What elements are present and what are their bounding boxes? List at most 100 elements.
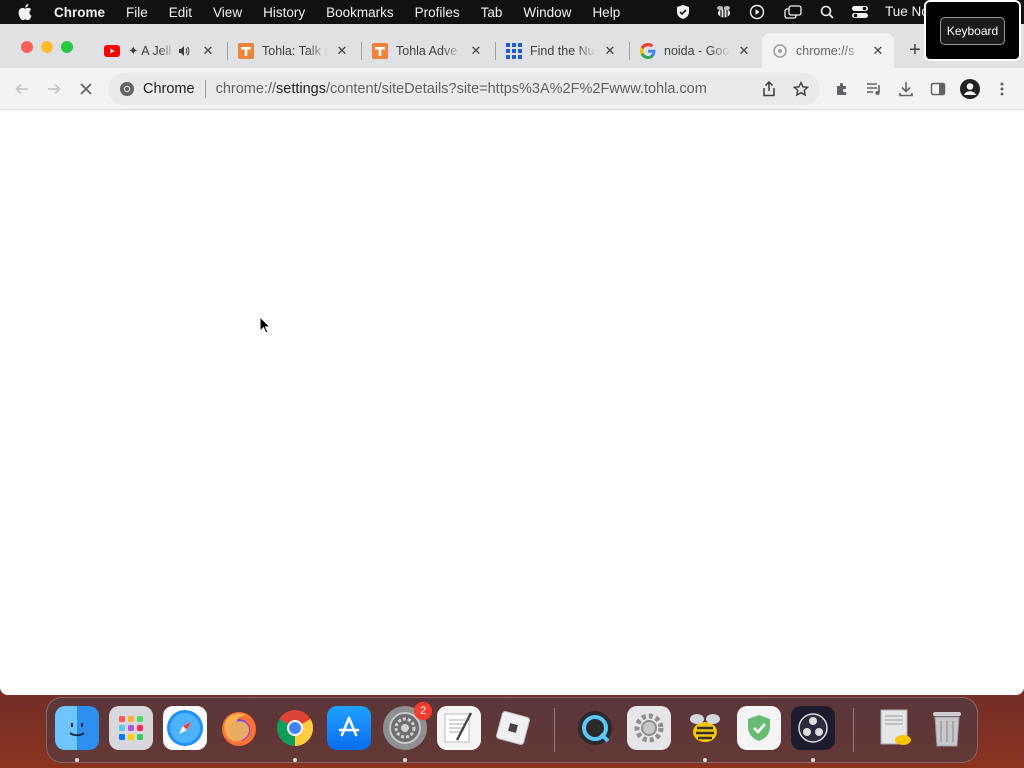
tab-youtube[interactable]: ✦ A Jell ✕ <box>96 33 224 68</box>
running-indicator <box>293 758 297 762</box>
google-icon <box>640 42 656 59</box>
bookmark-star-icon[interactable] <box>792 80 810 98</box>
tab-title: noida - Goo <box>664 43 730 58</box>
window-close-button[interactable] <box>21 41 33 53</box>
quicktime-icon[interactable] <box>573 706 617 750</box>
more-menu-icon[interactable] <box>992 79 1012 99</box>
profile-avatar-icon[interactable] <box>960 79 980 99</box>
trash-icon[interactable] <box>925 706 969 750</box>
tab-close-icon[interactable]: ✕ <box>334 43 350 59</box>
tab-separator <box>227 42 228 60</box>
menu-app-name[interactable]: Chrome <box>54 5 105 20</box>
window-minimize-button[interactable] <box>41 41 53 53</box>
roblox-icon[interactable] <box>491 706 535 750</box>
tab-separator <box>495 42 496 60</box>
tab-close-icon[interactable]: ✕ <box>870 43 886 59</box>
menu-bookmarks[interactable]: Bookmarks <box>326 5 394 20</box>
site-chip: Chrome <box>143 81 195 97</box>
stop-loading-icon[interactable] <box>76 79 96 99</box>
url-text[interactable]: chrome://settings/content/siteDetails?si… <box>216 81 707 97</box>
forward-arrow-icon[interactable] <box>44 79 64 99</box>
side-panel-icon[interactable] <box>928 79 948 99</box>
dock-separator <box>554 708 555 752</box>
notification-badge: 2 <box>414 702 432 720</box>
chrome-icon[interactable] <box>273 706 317 750</box>
tab-close-icon[interactable]: ✕ <box>468 43 484 59</box>
safari-icon[interactable] <box>163 706 207 750</box>
tab-title: Tohla: Talk t <box>262 43 328 58</box>
running-indicator <box>403 758 407 762</box>
tab-title: Find the Nu <box>530 43 595 58</box>
bee-icon[interactable] <box>714 0 734 24</box>
apple-icon[interactable] <box>18 4 40 20</box>
app-store-icon[interactable] <box>327 706 371 750</box>
browser-window: ✦ A Jell ✕ Tohla: Talk t ✕ Tohla Adve ✕ <box>0 24 1024 695</box>
grid-icon <box>506 42 522 59</box>
tab-title: Tohla Adve <box>396 43 458 58</box>
browser-toolbar: Chrome chrome://settings/content/siteDet… <box>0 68 1024 110</box>
tab-google-search[interactable]: noida - Goo ✕ <box>632 33 760 68</box>
adguard-icon[interactable] <box>737 706 781 750</box>
omnibox-divider <box>204 80 206 98</box>
tab-tohla-adventure[interactable]: Tohla Adve ✕ <box>364 33 492 68</box>
menu-window[interactable]: Window <box>523 5 571 20</box>
running-indicator <box>703 758 707 762</box>
speaker-icon[interactable] <box>178 45 190 57</box>
running-indicator <box>811 758 815 762</box>
menu-help[interactable]: Help <box>592 5 620 20</box>
keyboard-button[interactable]: Keyboard <box>939 16 1006 45</box>
search-icon[interactable] <box>818 0 836 24</box>
firefox-icon[interactable] <box>217 706 261 750</box>
youtube-icon <box>104 43 120 59</box>
tab-strip: ✦ A Jell ✕ Tohla: Talk t ✕ Tohla Adve ✕ <box>0 24 1024 68</box>
tab-close-icon[interactable]: ✕ <box>736 43 752 59</box>
back-arrow-icon[interactable] <box>12 79 32 99</box>
tab-tohla-talk[interactable]: Tohla: Talk t ✕ <box>230 33 358 68</box>
window-maximize-button[interactable] <box>61 41 73 53</box>
dock-separator <box>853 708 854 752</box>
menu-bar: Chrome File Edit View History Bookmarks … <box>0 0 1024 24</box>
menu-clock[interactable]: Tue Nc <box>885 4 928 19</box>
tab-title: ✦ A Jell <box>128 44 172 58</box>
url-host: settings <box>276 81 326 97</box>
download-icon[interactable] <box>896 79 916 99</box>
textedit-icon[interactable] <box>437 706 481 750</box>
settings-icon <box>772 43 788 59</box>
menu-file[interactable]: File <box>126 5 148 20</box>
tab-separator <box>361 42 362 60</box>
menu-edit[interactable]: Edit <box>169 5 192 20</box>
running-indicator <box>75 758 79 762</box>
new-tab-button[interactable]: + <box>906 40 924 60</box>
share-icon[interactable] <box>760 80 778 98</box>
mouse-cursor-icon <box>259 315 272 339</box>
dock <box>46 697 978 763</box>
address-bar[interactable]: Chrome chrome://settings/content/siteDet… <box>108 73 820 105</box>
obs-icon[interactable] <box>791 706 835 750</box>
media-queue-icon[interactable] <box>864 79 884 99</box>
keyboard-overlay: Keyboard <box>924 0 1021 61</box>
screen-mirroring-icon[interactable] <box>783 0 803 24</box>
tab-chrome-settings[interactable]: chrome://s ✕ <box>762 33 894 68</box>
url-scheme: chrome:// <box>215 81 277 97</box>
page-content[interactable] <box>0 110 1024 695</box>
archive-utility-icon[interactable] <box>873 706 917 750</box>
control-center-icon[interactable] <box>850 0 870 24</box>
tab-close-icon[interactable]: ✕ <box>200 43 216 59</box>
bee-app-icon[interactable] <box>683 706 727 750</box>
url-path: /content/siteDetails?site=https%3A%2F%2F… <box>326 81 707 97</box>
tohla-icon <box>238 42 254 59</box>
menu-view[interactable]: View <box>213 5 242 20</box>
menu-tab[interactable]: Tab <box>481 5 503 20</box>
tab-find-the-number[interactable]: Find the Nu ✕ <box>498 33 626 68</box>
settings-gear-icon[interactable] <box>627 706 671 750</box>
menu-history[interactable]: History <box>263 5 305 20</box>
launchpad-icon[interactable] <box>109 706 153 750</box>
finder-icon[interactable] <box>55 706 99 750</box>
chrome-icon[interactable] <box>119 81 135 97</box>
tab-close-icon[interactable]: ✕ <box>602 43 618 59</box>
play-circle-icon[interactable] <box>748 0 766 24</box>
extensions-icon[interactable] <box>832 79 852 99</box>
tohla-icon <box>372 42 388 59</box>
shield-icon[interactable] <box>674 0 692 24</box>
menu-profiles[interactable]: Profiles <box>415 5 460 20</box>
